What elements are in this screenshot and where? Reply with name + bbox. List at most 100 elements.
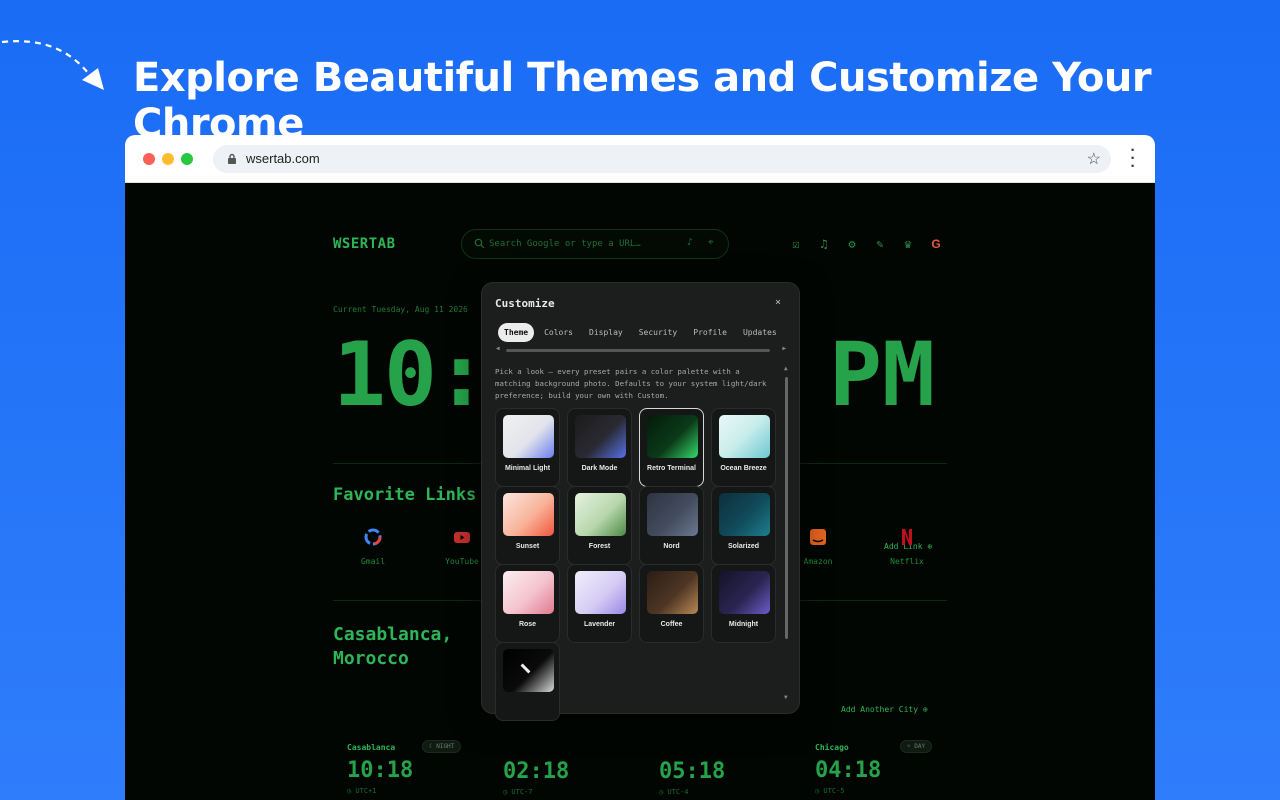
theme-swatch [575,493,626,536]
customize-dialog: Customize × Theme Colors Display Securit… [481,282,800,721]
maximize-window-button[interactable] [181,153,193,165]
theme-card-lavender[interactable]: Lavender [567,564,632,643]
theme-swatch [503,571,554,614]
world-clock-card: Chicago ☼ DAY 04:18 ◷ UTC-5 [815,740,965,795]
theme-name: Ocean Breeze [720,465,767,472]
tab-colors[interactable]: Colors [538,323,579,342]
city-time: 04:18 [815,758,882,783]
close-icon[interactable]: × [775,297,781,308]
theme-swatch [575,415,626,458]
scroll-up-icon[interactable]: ▲ [784,365,788,372]
city-timezone: ◷ UTC-5 [815,787,845,795]
theme-name: Midnight [728,621,759,628]
city-time: 05:18 [659,759,726,784]
city-timezone: ◷ UTC+1 [347,787,377,795]
google-icon[interactable]: G [929,237,943,251]
theme-card-retro-terminal[interactable]: Retro Terminal [639,408,704,487]
city-timezone: ◷ UTC-7 [503,788,533,796]
theme-name: Retro Terminal [647,465,696,472]
search-icon [474,238,485,249]
theme-card-forest[interactable]: Forest [567,486,632,565]
microphone-icon[interactable]: ♪ [687,237,693,248]
browser-toolbar: wsertab.com ☆ · · · [125,135,1155,183]
tasks-icon[interactable]: ☑ [789,237,803,251]
favorite-label: Gmail [360,557,386,566]
search-placeholder: Search Google or type a URL… [489,239,641,249]
favorite-label: Netflix [890,557,924,566]
theme-swatch [719,493,770,536]
tab-updates[interactable]: Updates [737,323,783,342]
theme-name: Minimal Light [504,465,551,472]
minimize-window-button[interactable] [162,153,174,165]
bookmark-star-icon[interactable]: ☆ [1087,149,1101,169]
theme-name: Rose [518,621,537,628]
theme-card-rose[interactable]: Rose [495,564,560,643]
headline: Explore Beautiful Themes and Customize Y… [133,55,1152,147]
theme-card-coffee[interactable]: Coffee [639,564,704,643]
dashed-arrow-icon [1,40,104,90]
lock-icon [228,153,236,164]
favorite-link-gmail[interactable]: Gmail [343,528,403,566]
favorite-link-netflix[interactable]: Netflix [877,528,937,566]
pencil-icon[interactable]: ✎ [873,237,887,251]
theme-swatch [575,571,626,614]
theme-card-minimal-light[interactable]: Minimal Light [495,408,560,487]
close-window-button[interactable] [143,153,155,165]
tab-security[interactable]: Security [633,323,684,342]
city-timezone: ◷ UTC-4 [659,788,689,796]
gear-icon[interactable]: ⚙ [845,237,859,251]
night-badge: ☾ NIGHT [422,740,462,753]
scroll-right-icon[interactable]: ▶ [782,345,786,352]
world-clock-card: 02:18 ◷ UTC-7 [503,743,653,796]
theme-swatch [647,415,698,458]
clock-time: 10: [333,323,488,426]
search-input[interactable]: Search Google or type a URL… ♪ ⌖ [461,229,729,259]
address-bar[interactable]: wsertab.com ☆ [213,145,1111,173]
theme-card-sunset[interactable]: Sunset [495,486,560,565]
add-city-button[interactable]: Add Another City ⊕ [841,705,928,714]
current-date: Current Tuesday, Aug 11 2026 [333,305,468,314]
tabs-scrollbar[interactable]: ◀ ▶ [496,345,786,354]
theme-name: Coffee [660,621,683,628]
theme-swatch [719,571,770,614]
city-name: Chicago [815,743,849,752]
tab-display[interactable]: Display [583,323,629,342]
amazon-icon [810,529,826,545]
world-clock-card: 05:18 ◷ UTC-4 [659,743,809,796]
tab-theme[interactable]: Theme [498,323,535,342]
browser-menu-icon[interactable]: · · · [1127,143,1139,175]
theme-card-dark-mode[interactable]: Dark Mode [567,408,632,487]
world-clock-card: Casablanca ☾ NIGHT 10:18 ◷ UTC+1 [347,740,497,795]
tab-profile[interactable]: Profile [687,323,733,342]
theme-name: Forest [588,543,611,550]
theme-card-solarized[interactable]: Solarized [711,486,776,565]
scrollbar-thumb[interactable] [506,349,770,352]
scroll-left-icon[interactable]: ◀ [496,345,500,352]
bell-icon[interactable]: ♫ [817,237,831,251]
customize-tabs: Theme Colors Display Security Profile Up… [498,323,783,342]
theme-name: Solarized [727,543,760,550]
theme-swatch [719,415,770,458]
theme-card-nord[interactable]: Nord [639,486,704,565]
youtube-icon [454,532,470,543]
theme-swatch [647,493,698,536]
theme-name: Nord [663,543,680,550]
theme-name: Dark Mode [581,465,618,472]
theme-swatch [503,415,554,458]
themes-scrollbar[interactable]: ▲ ▼ [784,365,790,701]
crown-icon[interactable]: ♛ [901,237,915,251]
theme-card-midnight[interactable]: Midnight [711,564,776,643]
clock-ampm: PM [829,323,935,426]
day-badge: ☼ DAY [900,740,933,753]
theme-description: Pick a look — every preset pairs a color… [495,367,767,400]
scroll-down-icon[interactable]: ▼ [784,694,788,701]
theme-card-ocean-breeze[interactable]: Ocean Breeze [711,408,776,487]
lens-icon[interactable]: ⌖ [708,237,714,248]
url-text: wsertab.com [246,151,320,166]
theme-card-custom[interactable] [495,642,560,721]
netflix-icon [902,529,912,545]
dialog-title: Customize [495,297,555,310]
app-logo: WSERTAB [333,236,396,252]
header-icon-bar: ☑ ♫ ⚙ ✎ ♛ G [789,237,943,251]
scrollbar-thumb[interactable] [785,377,788,639]
